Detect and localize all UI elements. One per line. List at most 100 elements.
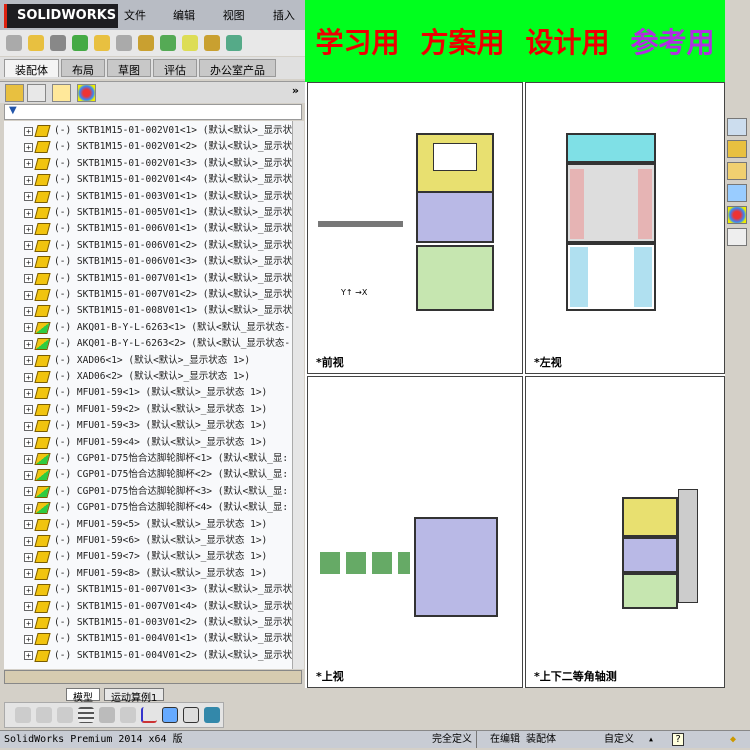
viewport-left[interactable]: *左视 xyxy=(525,82,725,374)
solidworks-resources-icon[interactable] xyxy=(727,118,747,136)
feature-tree-icon[interactable] xyxy=(5,84,24,102)
bill-of-materials-icon[interactable] xyxy=(226,35,242,51)
expand-icon[interactable]: + xyxy=(24,536,33,546)
menu-file[interactable]: 文件(F) xyxy=(124,4,159,46)
expand-icon[interactable]: + xyxy=(24,175,33,185)
expand-icon[interactable]: + xyxy=(24,388,33,398)
tree-item[interactable]: + (-) SKTB1M15-01-002V01<3> (默认<默认>_显示状 xyxy=(24,156,292,172)
display-manager-icon[interactable] xyxy=(77,84,96,102)
viewport-top[interactable]: *上视 xyxy=(307,376,523,688)
expand-icon[interactable]: + xyxy=(24,602,33,612)
expand-icon[interactable]: + xyxy=(24,470,33,480)
expand-icon[interactable]: + xyxy=(24,224,33,234)
expand-icon[interactable]: + xyxy=(24,487,33,497)
expand-icon[interactable]: + xyxy=(24,421,33,431)
tab-motion-study[interactable]: 运动算例1 xyxy=(104,688,165,704)
tab-office-products[interactable]: 办公室产品 xyxy=(199,59,276,77)
tree-item[interactable]: + (-) CGP01-D75怡合达脚轮脚杯<1> (默认<默认_显: xyxy=(24,451,288,467)
tree-item[interactable]: + (-) SKTB1M15-01-003V01<1> (默认<默认>_显示状 xyxy=(24,189,292,205)
file-explorer-icon[interactable] xyxy=(727,162,747,180)
list-icon[interactable] xyxy=(78,707,94,723)
cube-view-icon[interactable] xyxy=(162,707,178,723)
expand-icon[interactable]: + xyxy=(24,438,33,448)
grid-icon[interactable] xyxy=(183,707,199,723)
viewport-isometric[interactable]: *上下二等角轴测 xyxy=(525,376,725,688)
swap-icon[interactable] xyxy=(120,707,136,723)
axis-icon[interactable] xyxy=(141,707,157,723)
design-library-icon[interactable] xyxy=(727,140,747,158)
tree-item[interactable]: + (-) AKQ01-B-Y-L-6263<2> (默认<默认_显示状态- xyxy=(24,336,290,352)
tree-horizontal-scrollbar[interactable] xyxy=(4,670,302,684)
tree-item[interactable]: + (-) MFU01-59<2> (默认<默认>_显示状态 1>) xyxy=(24,402,267,418)
tree-item[interactable]: + (-) SKTB1M15-01-007V01<4> (默认<默认>_显示状 xyxy=(24,599,292,615)
view-icon[interactable] xyxy=(57,707,73,723)
tree-item[interactable]: + (-) AKQ01-B-Y-L-6263<1> (默认<默认_显示状态- xyxy=(24,320,290,336)
expand-icon[interactable]: + xyxy=(24,159,33,169)
tree-item[interactable]: + (-) XAD06<1> (默认<默认>_显示状态 1>) xyxy=(24,353,250,369)
tree-item[interactable]: + (-) SKTB1M15-01-002V01<4> (默认<默认>_显示状 xyxy=(24,172,292,188)
new-motion-study-icon[interactable] xyxy=(204,35,220,51)
viewport-front[interactable]: Y↑ →X *前视 xyxy=(307,82,523,374)
expand-icon[interactable]: + xyxy=(24,339,33,349)
expand-button[interactable]: » xyxy=(292,84,299,97)
tree-item[interactable]: + (-) CGP01-D75怡合达脚轮脚杯<2> (默认<默认_显: xyxy=(24,467,288,483)
units-up-icon[interactable]: ▴ xyxy=(648,731,654,748)
smart-fasteners-icon[interactable] xyxy=(94,35,110,51)
view-palette-icon[interactable] xyxy=(727,184,747,202)
tree-item[interactable]: + (-) MFU01-59<7> (默认<默认>_显示状态 1>) xyxy=(24,549,267,565)
tree-item[interactable]: + (-) SKTB1M15-01-007V01<3> (默认<默认>_显示状 xyxy=(24,582,292,598)
view-icon[interactable] xyxy=(15,707,31,723)
tree-item[interactable]: + (-) SKTB1M15-01-006V01<2> (默认<默认>_显示状 xyxy=(24,238,292,254)
expand-icon[interactable]: + xyxy=(24,208,33,218)
property-manager-icon[interactable] xyxy=(27,84,46,102)
view-icon[interactable] xyxy=(36,707,52,723)
tab-sketch[interactable]: 草图 xyxy=(107,59,151,77)
mate-icon[interactable] xyxy=(50,35,66,51)
tree-item[interactable]: + (-) SKTB1M15-01-002V01<1> (默认<默认>_显示状 xyxy=(24,123,292,139)
tree-item[interactable]: + (-) CGP01-D75怡合达脚轮脚杯<4> (默认<默认_显: xyxy=(24,500,288,516)
expand-icon[interactable]: + xyxy=(24,306,33,316)
tree-item[interactable]: + (-) SKTB1M15-01-004V01<1> (默认<默认>_显示状 xyxy=(24,631,292,647)
appearances-icon[interactable] xyxy=(727,206,747,224)
show-hidden-icon[interactable] xyxy=(138,35,154,51)
tree-item[interactable]: + (-) MFU01-59<1> (默认<默认>_显示状态 1>) xyxy=(24,385,267,401)
tree-vertical-scrollbar[interactable] xyxy=(292,121,304,669)
expand-icon[interactable]: + xyxy=(24,241,33,251)
expand-icon[interactable]: + xyxy=(24,257,33,267)
expand-icon[interactable]: + xyxy=(24,290,33,300)
expand-icon[interactable]: + xyxy=(24,372,33,382)
expand-icon[interactable]: + xyxy=(24,192,33,202)
expand-icon[interactable]: + xyxy=(24,274,33,284)
render-icon[interactable] xyxy=(204,707,220,723)
expand-icon[interactable]: + xyxy=(24,142,33,152)
tree-item[interactable]: + (-) MFU01-59<5> (默认<默认>_显示状态 1>) xyxy=(24,517,267,533)
help-button[interactable]: ? xyxy=(672,733,685,746)
menu-insert[interactable]: 插入(I) xyxy=(273,4,305,46)
units-selector[interactable]: 自定义 xyxy=(604,731,634,748)
expand-icon[interactable]: + xyxy=(24,323,33,333)
expand-icon[interactable]: + xyxy=(24,126,33,136)
tree-item[interactable]: + (-) SKTB1M15-01-005V01<1> (默认<默认>_显示状 xyxy=(24,205,292,221)
filter-icon[interactable]: ▼ xyxy=(4,104,302,120)
expand-icon[interactable]: + xyxy=(24,618,33,628)
expand-icon[interactable]: + xyxy=(24,585,33,595)
expand-icon[interactable]: + xyxy=(24,503,33,513)
menu-view[interactable]: 视图(V) xyxy=(223,4,259,46)
graphics-area[interactable]: Y↑ →X *前视 *左视 *上视 *上下二等角轴测 xyxy=(305,82,725,688)
tree-item[interactable]: + (-) SKTB1M15-01-008V01<1> (默认<默认>_显示状 xyxy=(24,303,292,319)
expand-icon[interactable]: + xyxy=(24,569,33,579)
tree-item[interactable]: + (-) MFU01-59<3> (默认<默认>_显示状态 1>) xyxy=(24,418,267,434)
expand-icon[interactable]: + xyxy=(24,634,33,644)
tree-item[interactable]: + (-) MFU01-59<6> (默认<默认>_显示状态 1>) xyxy=(24,533,267,549)
tree-item[interactable]: + (-) SKTB1M15-01-003V01<2> (默认<默认>_显示状 xyxy=(24,615,292,631)
move-component-icon[interactable] xyxy=(116,35,132,51)
reference-geometry-icon[interactable] xyxy=(182,35,198,51)
tree-item[interactable]: + (-) SKTB1M15-01-006V01<1> (默认<默认>_显示状 xyxy=(24,221,292,237)
tree-item[interactable]: + (-) CGP01-D75怡合达脚轮脚杯<3> (默认<默认_显: xyxy=(24,484,288,500)
new-component-icon[interactable] xyxy=(6,35,22,51)
expand-icon[interactable]: + xyxy=(24,454,33,464)
tab-layout[interactable]: 布局 xyxy=(61,59,105,77)
table-icon[interactable] xyxy=(99,707,115,723)
expand-icon[interactable]: + xyxy=(24,520,33,530)
tree-item[interactable]: + (-) XAD06<2> (默认<默认>_显示状态 1>) xyxy=(24,369,250,385)
